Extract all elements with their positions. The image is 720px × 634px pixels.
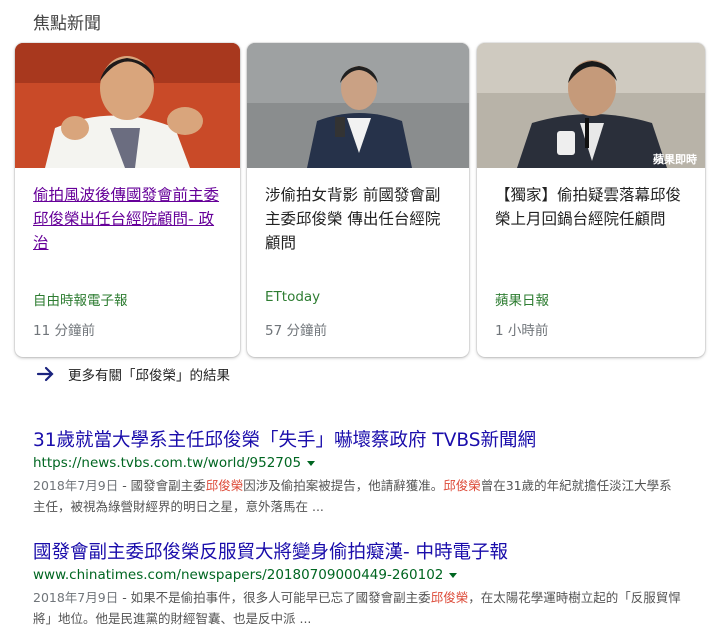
result-url: www.chinatimes.com/newspapers/2018070900… [33, 567, 444, 583]
result-url-row: www.chinatimes.com/newspapers/2018070900… [33, 565, 683, 585]
news-thumbnail[interactable]: 蘋果即時 [477, 43, 705, 168]
news-thumbnail[interactable] [15, 43, 240, 168]
news-source: 自由時報電子報 [33, 293, 128, 309]
more-results-label: 更多有關「邱俊榮」的結果 [68, 368, 230, 384]
snippet-highlight: 邱俊榮 [443, 478, 481, 493]
result-title[interactable]: 國發會副主委邱俊榮反服貿大將變身偷拍癡漢- 中時電子報 [33, 541, 683, 565]
search-result: 31歲就當大學系主任邱俊榮「失手」嚇壞蔡政府 TVBS新聞網 https://n… [33, 429, 683, 517]
news-card[interactable]: 偷拍風波後傳國發會前主委邱俊榮出任台經院顧問- 政治 自由時報電子報 11 分鐘… [15, 43, 240, 357]
snippet-text: - 如果不是偷拍事件，很多人可能早已忘了國發會副主委 [118, 590, 431, 605]
watermark-text: 蘋果即時 [653, 152, 697, 166]
result-snippet: 2018年7月9日 - 國發會副主委邱俊榮因涉及偷拍案被提告，他請辭獲准。邱俊榮… [33, 475, 683, 517]
news-source: ETtoday [265, 289, 321, 305]
news-time: 57 分鐘前 [265, 323, 327, 339]
snippet-text: - 國發會副主委 [118, 478, 206, 493]
news-headline[interactable]: 涉偷拍女背影 前國發會副主委邱俊榮 傳出任台經院顧問 [265, 183, 455, 255]
snippet-text: 因涉及偷拍案被提告，他請辭獲准。 [243, 478, 444, 493]
result-url: https://news.tvbs.com.tw/world/952705 [33, 455, 302, 471]
arrow-right-icon [36, 366, 54, 382]
result-date: 2018年7月9日 [33, 478, 119, 493]
result-title[interactable]: 31歲就當大學系主任邱俊榮「失手」嚇壞蔡政府 TVBS新聞網 [33, 429, 683, 453]
news-headline[interactable]: 【獨家】偷拍疑雲落幕邱俊榮上月回鍋台經院任顧問 [495, 183, 685, 231]
news-card[interactable]: 蘋果即時 【獨家】偷拍疑雲落幕邱俊榮上月回鍋台經院任顧問 蘋果日報 1 小時前 [477, 43, 705, 357]
news-time: 11 分鐘前 [33, 323, 95, 339]
caret-down-icon[interactable] [449, 572, 458, 578]
news-thumbnail[interactable] [247, 43, 469, 168]
news-card[interactable]: 涉偷拍女背影 前國發會副主委邱俊榮 傳出任台經院顧問 ETtoday 57 分鐘… [247, 43, 469, 357]
news-time: 1 小時前 [495, 323, 549, 339]
result-url-row: https://news.tvbs.com.tw/world/952705 [33, 453, 683, 473]
snippet-highlight: 邱俊榮 [205, 478, 244, 493]
snippet-highlight: 邱俊榮 [430, 590, 469, 605]
result-date: 2018年7月9日 [33, 590, 119, 605]
caret-down-icon[interactable] [307, 460, 316, 466]
search-result: 國發會副主委邱俊榮反服貿大將變身偷拍癡漢- 中時電子報 www.chinatim… [33, 541, 683, 629]
news-source: 蘋果日報 [495, 293, 549, 309]
more-results-link[interactable]: 更多有關「邱俊榮」的結果 [36, 364, 230, 384]
section-title: 焦點新聞 [33, 14, 101, 34]
result-snippet: 2018年7月9日 - 如果不是偷拍事件，很多人可能早已忘了國發會副主委邱俊榮，… [33, 587, 683, 629]
news-headline[interactable]: 偷拍風波後傳國發會前主委邱俊榮出任台經院顧問- 政治 [33, 183, 223, 255]
news-carousel: 偷拍風波後傳國發會前主委邱俊榮出任台經院顧問- 政治 自由時報電子報 11 分鐘… [15, 43, 705, 357]
